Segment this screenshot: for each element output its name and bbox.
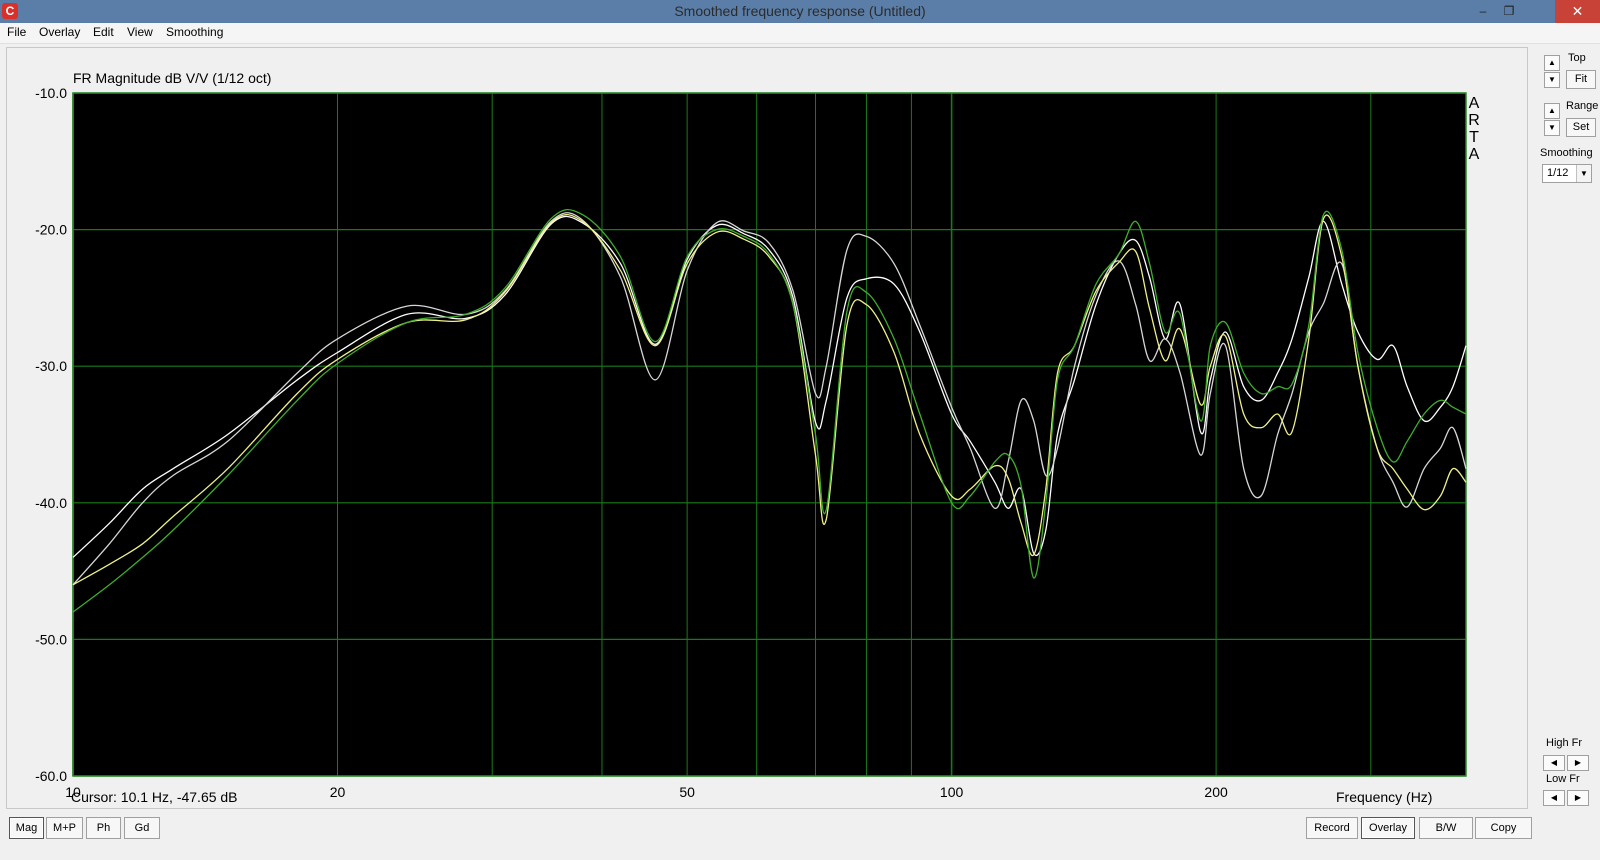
x-tick-label: 50: [679, 784, 695, 800]
record-button[interactable]: Record: [1306, 817, 1358, 839]
low-fr-right-spin[interactable]: ▶: [1567, 790, 1589, 806]
low-fr-left-spin[interactable]: ◀: [1543, 790, 1565, 806]
overlay-button[interactable]: Overlay: [1361, 817, 1415, 839]
y-tick-label: -10.0: [35, 85, 67, 101]
y-tick-label: -60.0: [35, 768, 67, 784]
smoothing-label: Smoothing: [1540, 147, 1593, 159]
high-fr-left-spin[interactable]: ◀: [1543, 755, 1565, 771]
arta-watermark-letter: R: [1468, 112, 1480, 129]
group-delay-button[interactable]: Gd: [124, 817, 160, 839]
frequency-response-chart[interactable]: -10.0-20.0-30.0-40.0-50.0-60.010 20 50 100 2…: [0, 0, 1600, 860]
x-tick-label: 20: [330, 784, 346, 800]
y-tick-label: -50.0: [35, 631, 67, 647]
top-up-spin[interactable]: ▲: [1544, 55, 1560, 71]
phase-button[interactable]: Ph: [86, 817, 121, 839]
cursor-readout: Cursor: 10.1 Hz, -47.65 dB: [71, 789, 238, 805]
range-label: Range: [1566, 100, 1599, 112]
fit-button[interactable]: Fit: [1566, 70, 1596, 89]
range-up-spin[interactable]: ▲: [1544, 103, 1560, 119]
mag-button[interactable]: Mag: [9, 817, 44, 839]
x-tick-label: 200: [1204, 784, 1228, 800]
top-label: Top: [1568, 52, 1586, 64]
y-tick-label: -40.0: [35, 495, 67, 511]
arta-watermark-letter: A: [1469, 146, 1480, 163]
range-down-spin[interactable]: ▼: [1544, 120, 1560, 136]
set-button[interactable]: Set: [1566, 118, 1596, 137]
low-fr-label: Low Fr: [1546, 773, 1580, 785]
high-fr-label: High Fr: [1546, 737, 1583, 749]
arta-watermark-letter: A: [1469, 95, 1480, 112]
copy-button[interactable]: Copy: [1475, 817, 1532, 839]
smoothing-select[interactable]: 1/12 ▼: [1542, 164, 1592, 183]
smoothing-value: 1/12: [1547, 167, 1569, 179]
arta-watermark-letter: T: [1469, 129, 1479, 146]
x-axis-label: Frequency (Hz): [1336, 789, 1433, 805]
x-tick-label: 100: [940, 784, 964, 800]
bw-button[interactable]: B/W: [1419, 817, 1473, 839]
plot-background: [73, 93, 1466, 776]
top-down-spin[interactable]: ▼: [1544, 72, 1560, 88]
chevron-down-icon: ▼: [1576, 165, 1591, 182]
mag-phase-button[interactable]: M+P: [46, 817, 83, 839]
high-fr-right-spin[interactable]: ▶: [1567, 755, 1589, 771]
y-tick-label: -20.0: [35, 222, 67, 238]
y-tick-label: -30.0: [35, 358, 67, 374]
